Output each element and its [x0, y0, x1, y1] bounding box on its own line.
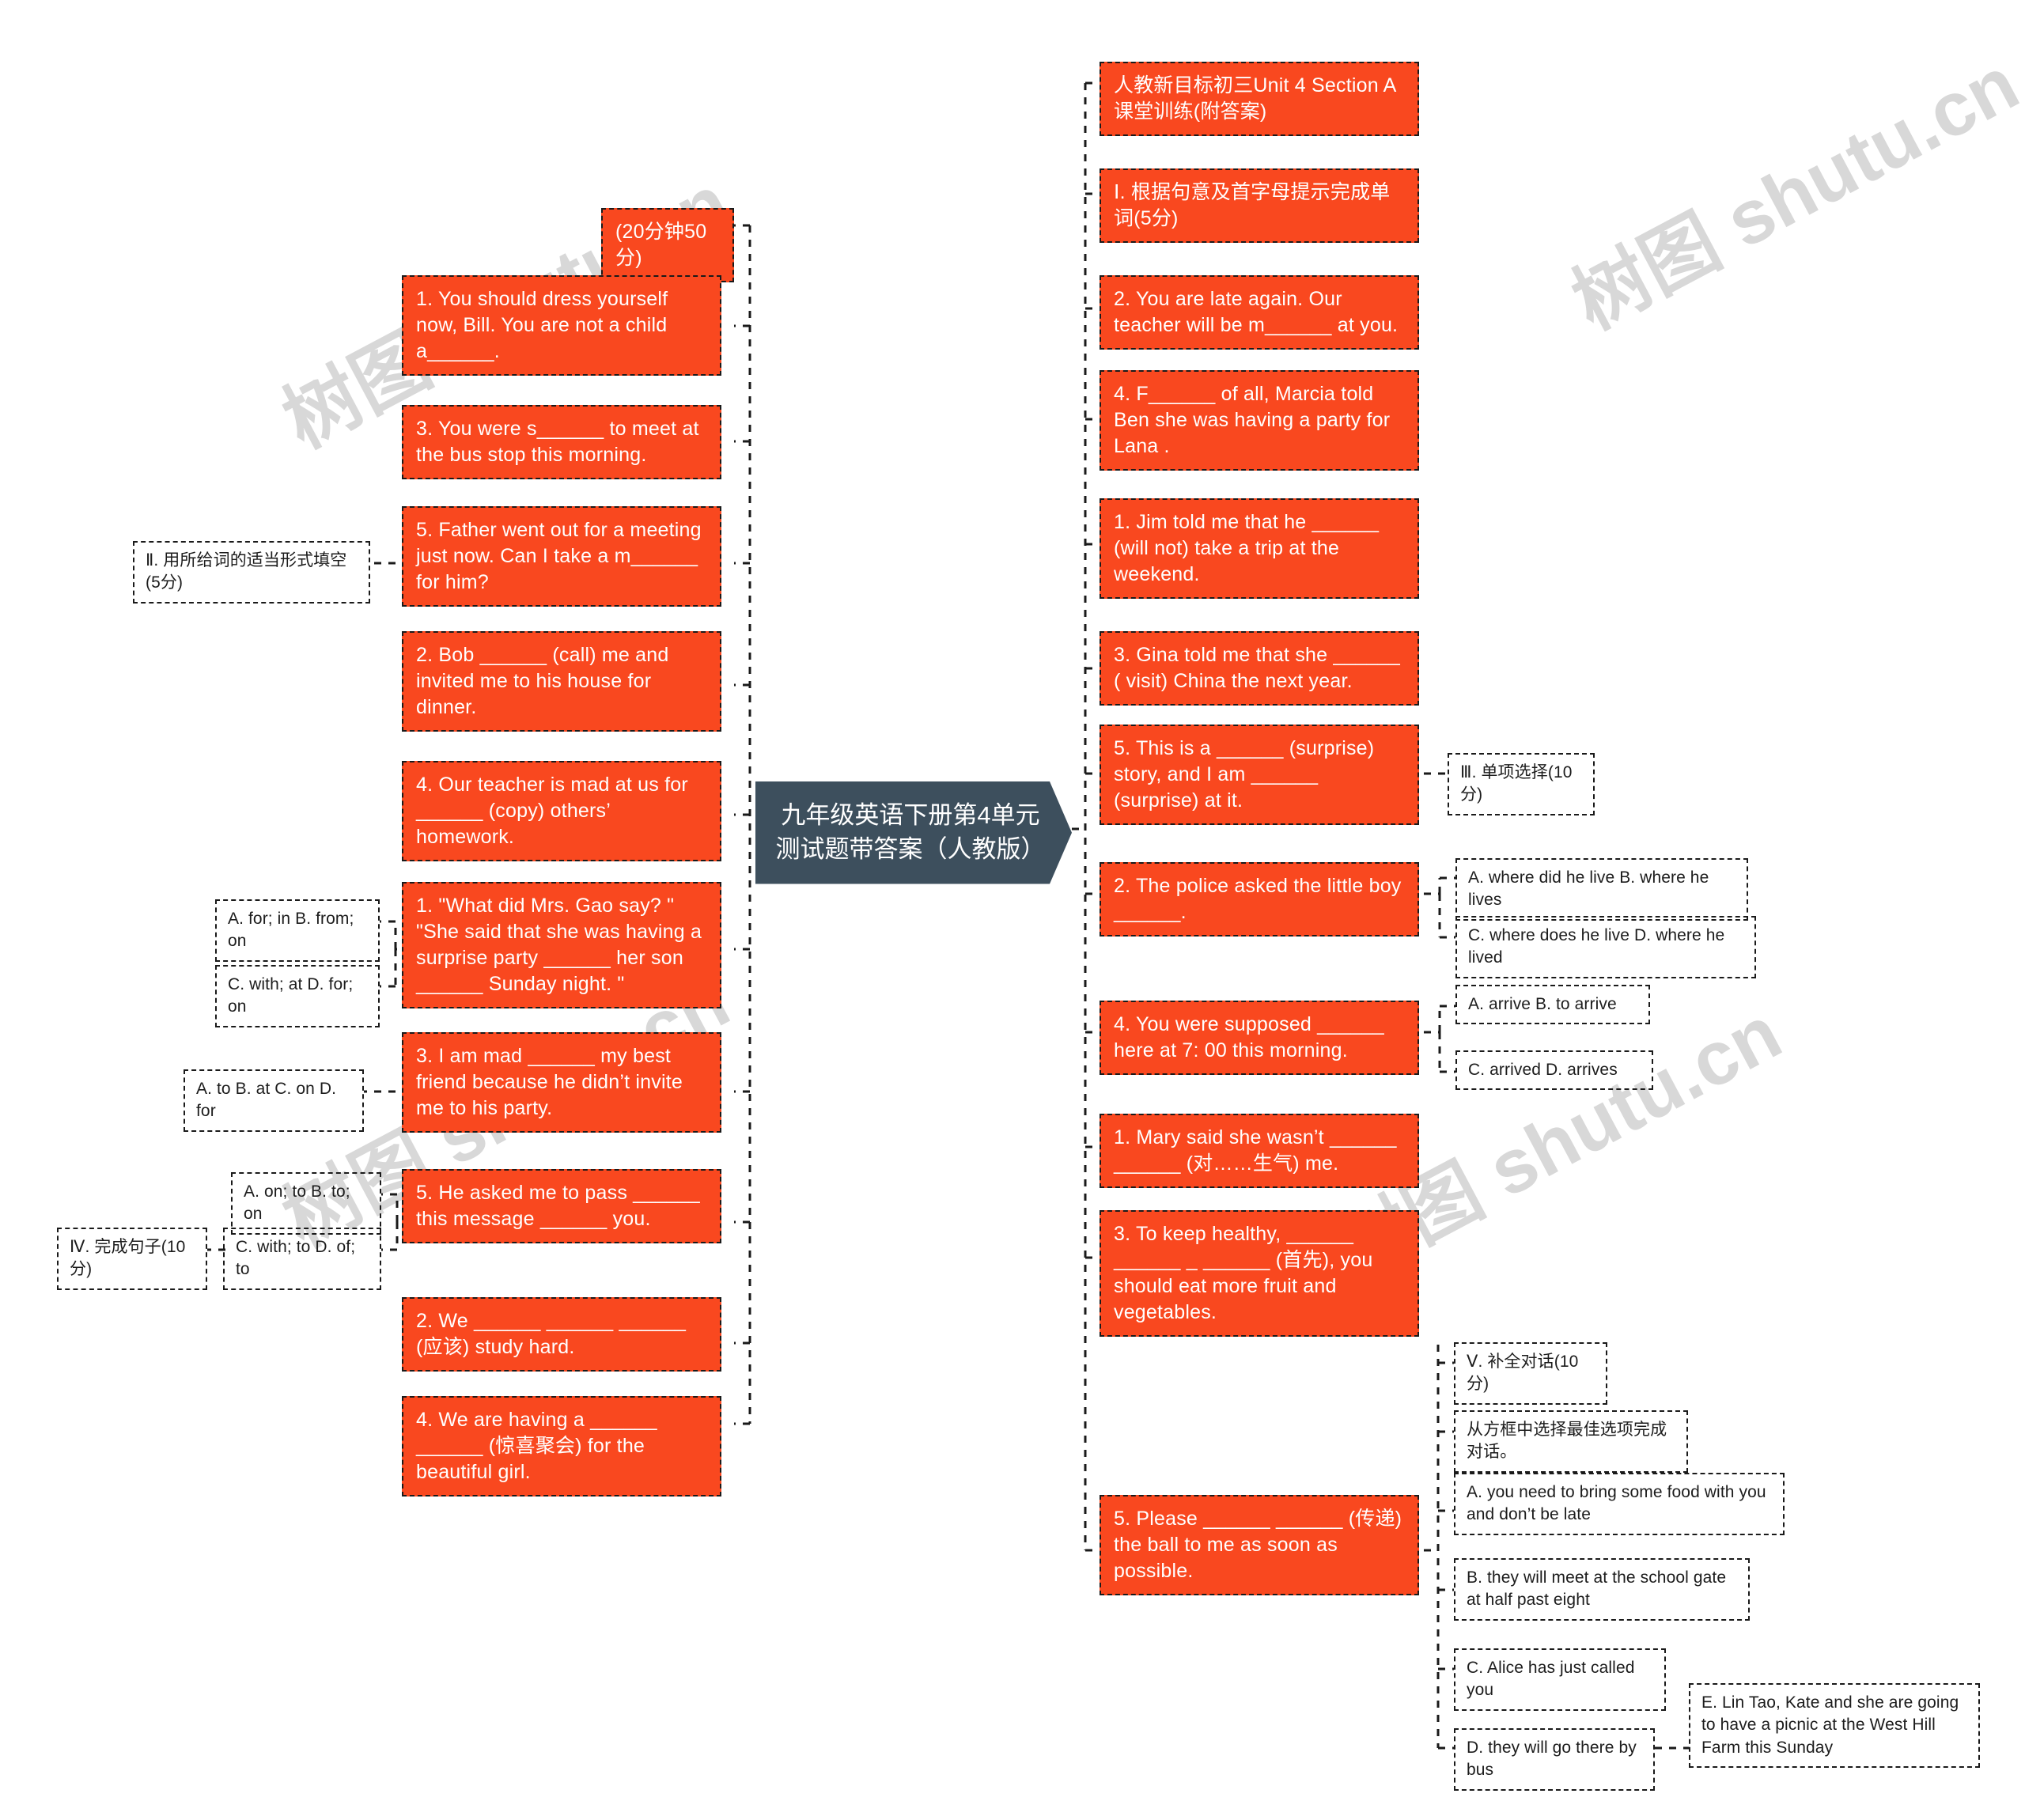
node-right-q5-please[interactable]: 5. Please ______ ______ (传递) the ball to…: [1100, 1495, 1419, 1595]
tag-options-ab-on-to[interactable]: A. on; to B. to; on: [231, 1172, 381, 1235]
tag-options-cd-live[interactable]: C. where does he live D. where he lived: [1455, 916, 1756, 978]
node-right-q4-supposed[interactable]: 4. You were supposed ______ here at 7: 0…: [1100, 1001, 1419, 1075]
tag-section-4[interactable]: Ⅳ. 完成句子(10分): [57, 1228, 207, 1290]
tag-options-abcd-to[interactable]: A. to B. at C. on D. for: [184, 1069, 364, 1132]
node-right-q4-marcia[interactable]: 4. F______ of all, Marcia told Ben she w…: [1100, 370, 1419, 471]
node-right-q1-jim[interactable]: 1. Jim told me that he ______ (will not)…: [1100, 498, 1419, 599]
tag-dialogue-option-e[interactable]: E. Lin Tao, Kate and she are going to ha…: [1689, 1683, 1980, 1769]
tag-dialogue-option-b[interactable]: B. they will meet at the school gate at …: [1454, 1558, 1750, 1621]
node-left-q4-teacher[interactable]: 4. Our teacher is mad at us for ______ (…: [402, 761, 721, 861]
node-right-q2-police[interactable]: 2. The police asked the little boy _____…: [1100, 862, 1419, 936]
node-left-time-score[interactable]: (20分钟50分): [601, 208, 734, 282]
tag-options-cd-with-to[interactable]: C. with; to D. of; to: [223, 1228, 381, 1290]
node-left-q2-bob[interactable]: 2. Bob ______ (call) me and invited me t…: [402, 631, 721, 732]
node-right-q2-late[interactable]: 2. You are late again. Our teacher will …: [1100, 275, 1419, 350]
tag-dialogue-option-c[interactable]: C. Alice has just called you: [1454, 1648, 1666, 1711]
tag-options-ab-for-in[interactable]: A. for; in B. from; on: [215, 899, 380, 962]
node-right-q3-healthy[interactable]: 3. To keep healthy, ______ ______ _ ____…: [1100, 1210, 1419, 1337]
tag-dialogue-instruction[interactable]: 从方框中选择最佳选项完成对话。: [1454, 1410, 1688, 1473]
tag-options-ab-live[interactable]: A. where did he live B. where he lives: [1455, 858, 1748, 921]
node-left-q1-gao[interactable]: 1. "What did Mrs. Gao say? " "She said t…: [402, 882, 721, 1008]
node-right-section-1[interactable]: Ⅰ. 根据句意及首字母提示完成单词(5分): [1100, 168, 1419, 243]
node-left-q5-pass[interactable]: 5. He asked me to pass ______ this messa…: [402, 1169, 721, 1243]
node-right-title[interactable]: 人教新目标初三Unit 4 Section A课堂训练(附答案): [1100, 62, 1419, 136]
root-node[interactable]: 九年级英语下册第4单元测试题带答案（人教版）: [755, 781, 1072, 884]
tag-options-cd-with-at[interactable]: C. with; at D. for; on: [215, 965, 380, 1027]
node-left-q3-bus-stop[interactable]: 3. You were s______ to meet at the bus s…: [402, 405, 721, 479]
tag-section-3[interactable]: Ⅲ. 单项选择(10分): [1448, 753, 1595, 815]
tag-dialogue-option-a[interactable]: A. you need to bring some food with you …: [1454, 1473, 1785, 1535]
node-left-q5-father[interactable]: 5. Father went out for a meeting just no…: [402, 506, 721, 607]
tag-dialogue-option-d[interactable]: D. they will go there by bus: [1454, 1728, 1655, 1791]
node-left-q4-party[interactable]: 4. We are having a ______ ______ (惊喜聚会) …: [402, 1396, 721, 1496]
node-left-q3-mad[interactable]: 3. I am mad ______ my best friend becaus…: [402, 1032, 721, 1133]
node-right-q1-mary[interactable]: 1. Mary said she wasn’t ______ ______ (对…: [1100, 1114, 1419, 1188]
tag-section-5[interactable]: Ⅴ. 补全对话(10分): [1454, 1342, 1607, 1405]
node-right-q5-surprise[interactable]: 5. This is a ______ (surprise) story, an…: [1100, 725, 1419, 825]
tag-section-2[interactable]: Ⅱ. 用所给词的适当形式填空(5分): [133, 541, 370, 604]
watermark-shutu-2: 树图 shutu.cn: [1559, 40, 2025, 346]
tag-options-ab-arrive[interactable]: A. arrive B. to arrive: [1455, 985, 1650, 1025]
node-left-q2-should[interactable]: 2. We ______ ______ ______ (应该) study ha…: [402, 1297, 721, 1372]
node-right-q3-gina[interactable]: 3. Gina told me that she ______ ( visit)…: [1100, 631, 1419, 706]
node-left-q1-dress[interactable]: 1. You should dress yourself now, Bill. …: [402, 275, 721, 376]
mindmap-canvas: 树图 shutu.cn 树图 shutu.cn 树图 shutu.cn 树图 s…: [0, 0, 2025, 1820]
tag-options-cd-arrive[interactable]: C. arrived D. arrives: [1455, 1050, 1653, 1091]
